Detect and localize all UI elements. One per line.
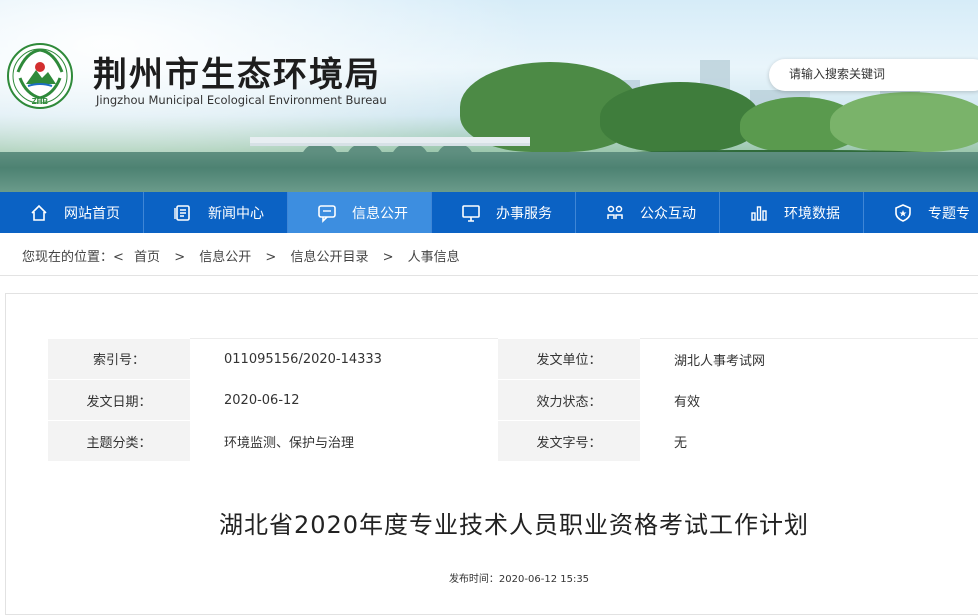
nav-item-interaction[interactable]: 公众互动 [576,192,720,233]
meta-key: 效力状态： [498,379,640,421]
breadcrumb-prefix: 您现在的位置：< [22,250,124,265]
search-box [769,59,978,91]
breadcrumb-separator: > [174,250,186,265]
home-icon [28,202,50,224]
breadcrumb-divider [0,275,978,276]
breadcrumb-separator: > [382,250,394,265]
meta-value: 011095156/2020-14333 [190,338,498,380]
meta-key: 主题分类： [48,420,190,462]
banner-water [0,152,978,192]
breadcrumb-link-catalog[interactable]: 信息公开目录 [290,246,368,265]
meta-key: 索引号： [48,338,190,380]
breadcrumb-separator: > [265,250,277,265]
article-title: 湖北省2020年度专业技术人员职业资格考试工作计划 [218,511,810,539]
banner-trees [830,92,978,152]
shield-icon [892,202,914,224]
meta-value: 2020-06-12 [190,379,498,421]
chat-icon [316,202,338,224]
nav-label: 公众互动 [640,205,696,222]
nav-label: 专题专 [928,205,970,222]
nav-label: 网站首页 [64,205,120,222]
nav-label: 新闻中心 [208,205,264,222]
main-nav: 网站首页 新闻中心 信息公开 办事服务 公众互动 环境数据 专题专 [0,192,978,233]
meta-value: 无 [640,420,978,462]
meta-value: 有效 [640,379,978,421]
breadcrumb-link-home[interactable]: 首页 [134,246,160,265]
nav-label: 信息公开 [352,205,408,222]
site-subtitle: Jingzhou Municipal Ecological Environmen… [96,93,387,107]
breadcrumb-link-info-public[interactable]: 信息公开 [199,246,251,265]
nav-item-services[interactable]: 办事服务 [432,192,576,233]
nav-item-env-data[interactable]: 环境数据 [720,192,864,233]
meta-row: 主题分类： 环境监测、保护与治理 发文字号： 无 [48,420,978,462]
meta-key: 发文单位： [498,338,640,380]
meta-row: 索引号： 011095156/2020-14333 发文单位： 湖北人事考试网 [48,338,978,380]
nav-item-topics[interactable]: 专题专 [864,192,978,233]
nav-label: 环境数据 [784,205,840,222]
monitor-icon [460,202,482,224]
banner-trees [600,82,760,152]
nav-label: 办事服务 [496,205,552,222]
bar-chart-icon [748,202,770,224]
meta-row: 发文日期： 2020-06-12 效力状态： 有效 [48,379,978,421]
logo-text: ZHB [32,97,49,106]
nav-item-news[interactable]: 新闻中心 [144,192,288,233]
site-banner: ZHB 荆州市生态环境局 Jingzhou Municipal Ecologic… [0,0,978,192]
nav-item-home[interactable]: 网站首页 [0,192,144,233]
news-icon [172,202,194,224]
breadcrumb-link-personnel[interactable]: 人事信息 [408,246,460,265]
search-input[interactable] [787,66,978,82]
meta-value: 湖北人事考试网 [640,338,978,380]
site-logo[interactable]: ZHB [6,42,74,110]
publish-date: 发布时间：2020-06-12 15:35 [448,574,590,585]
site-title: 荆州市生态环境局 [93,55,381,95]
nav-item-info-public[interactable]: 信息公开 [288,192,432,233]
meta-key: 发文日期： [48,379,190,421]
breadcrumb: 您现在的位置：< 首页 > 信息公开 > 信息公开目录 > 人事信息 [22,246,460,265]
meta-value: 环境监测、保护与治理 [190,420,498,462]
document-meta-table: 索引号： 011095156/2020-14333 发文单位： 湖北人事考试网 … [48,338,978,462]
people-icon [604,202,626,224]
meta-key: 发文字号： [498,420,640,462]
